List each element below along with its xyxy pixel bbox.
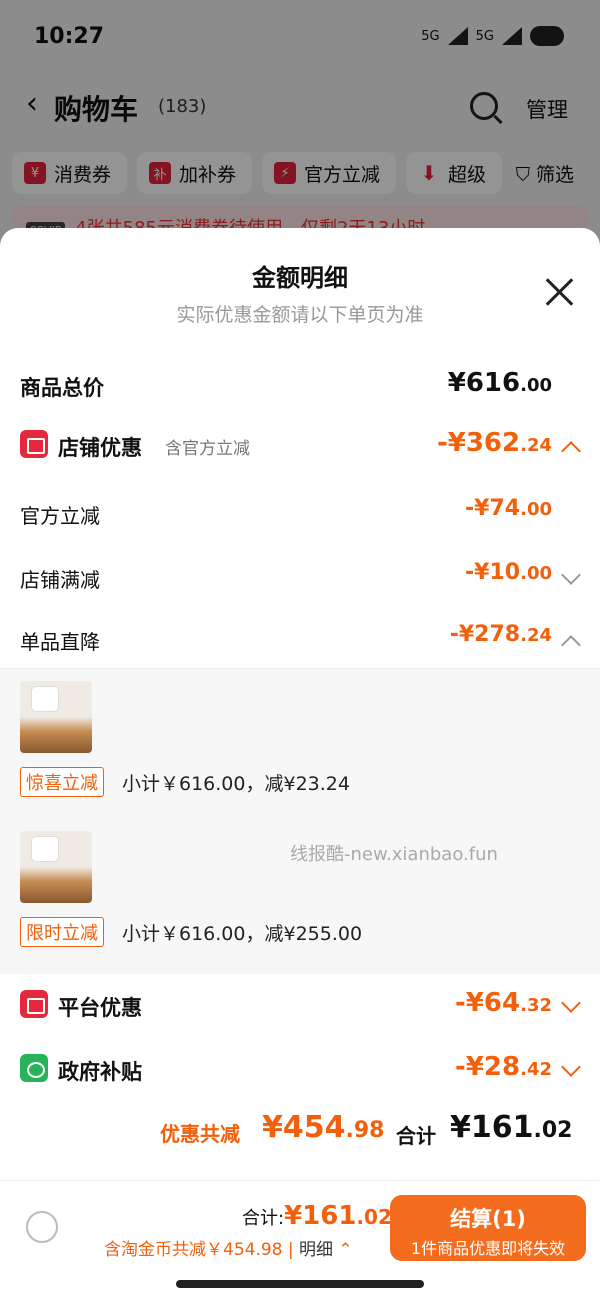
sheet-subtitle: 实际优惠金额请以下单页为准: [176, 304, 424, 326]
amount-details-sheet: 金额明细 实际优惠金额请以下单页为准 商品总价 ¥616.00 店铺优惠 含官方…: [0, 228, 600, 1302]
bottom-saved[interactable]: 含淘金币共减￥454.98 | 明细 ⌃: [104, 1235, 353, 1260]
sum-total-value: ¥161.02: [450, 1110, 573, 1145]
chevron-down-icon: [561, 1057, 581, 1077]
gov-subsidy-row[interactable]: 政府补贴 -¥28.42: [0, 1048, 600, 1096]
discount-tag: 限时立减: [20, 917, 104, 947]
checkout-sub: 1件商品优惠即将失效: [410, 1239, 566, 1258]
close-icon[interactable]: [544, 276, 576, 308]
chevron-down-icon: [561, 993, 581, 1013]
gov-subsidy-label: 政府补贴: [58, 1060, 142, 1084]
official-discount-row: 官方立减 -¥74.00: [0, 492, 600, 540]
total-price-value: ¥616.00: [447, 368, 552, 398]
shop-icon: [20, 430, 48, 458]
shop-full-reduction-value: -¥10.00: [465, 560, 552, 585]
saved-text: 含淘金币共减￥454.98: [104, 1240, 283, 1260]
official-discount-value: -¥74.00: [465, 496, 552, 521]
watermark: 线报酷-new.xianbao.fun: [290, 844, 498, 865]
chevron-down-icon: [561, 565, 581, 585]
official-discount-label: 官方立减: [20, 504, 100, 528]
platform-discount-row[interactable]: 平台优惠 -¥64.32: [0, 984, 600, 1032]
chevron-up-icon: [561, 441, 581, 461]
detail-toggle[interactable]: 明细: [299, 1240, 333, 1260]
gov-subsidy-value: -¥28.42: [455, 1052, 552, 1082]
checkout-label: 结算(1): [450, 1207, 526, 1231]
sum-total-label: 合计: [396, 1124, 436, 1148]
bottom-total: 合计:¥161.02: [242, 1201, 392, 1231]
platform-discount-value: -¥64.32: [455, 988, 552, 1018]
checkout-bar: 合计:¥161.02 含淘金币共减￥454.98 | 明细 ⌃ 结算(1) 1件…: [0, 1180, 600, 1270]
checkout-button[interactable]: 结算(1) 1件商品优惠即将失效: [390, 1195, 586, 1261]
saved-value: ¥454.98: [262, 1110, 385, 1145]
total-price-row: 商品总价 ¥616.00: [0, 364, 600, 412]
subsidy-icon: [20, 1054, 48, 1082]
bottom-total-value: ¥161.02: [284, 1201, 392, 1231]
shop-full-reduction-label: 店铺满减: [20, 568, 100, 592]
product-list: 惊喜立减 小计￥616.00，减¥23.24 限时立减 小计￥616.00，减¥…: [0, 668, 600, 974]
chevron-up-icon: [561, 635, 581, 655]
saved-label: 优惠共减: [160, 1122, 240, 1146]
single-drop-row[interactable]: 单品直降 -¥278.24: [0, 618, 600, 666]
product-subtotal: 小计￥616.00，减¥255.00: [122, 923, 363, 945]
platform-discount-label: 平台优惠: [58, 996, 142, 1020]
bottom-total-label: 合计:: [242, 1208, 285, 1229]
summary-line: 优惠共减 ¥454.98 合计 ¥161.02: [0, 1108, 600, 1156]
shop-full-reduction-row[interactable]: 店铺满减 -¥10.00: [0, 556, 600, 604]
shop-discount-row[interactable]: 店铺优惠 含官方立减 -¥362.24: [0, 424, 600, 472]
sheet-title: 金额明细: [252, 264, 348, 292]
shop-discount-label: 店铺优惠: [58, 436, 142, 460]
total-price-label: 商品总价: [20, 376, 104, 400]
select-all-checkbox[interactable]: [26, 1211, 58, 1243]
shop-discount-value: -¥362.24: [436, 428, 552, 458]
product-thumbnail: [20, 681, 92, 753]
discount-tag: 惊喜立减: [20, 767, 104, 797]
shop-discount-note: 含官方立减: [165, 439, 250, 459]
product-subtotal: 小计￥616.00，减¥23.24: [122, 773, 350, 795]
home-indicator[interactable]: [176, 1280, 424, 1288]
single-drop-value: -¥278.24: [449, 622, 552, 647]
single-drop-label: 单品直降: [20, 630, 100, 654]
platform-icon: [20, 990, 48, 1018]
product-thumbnail: [20, 831, 92, 903]
